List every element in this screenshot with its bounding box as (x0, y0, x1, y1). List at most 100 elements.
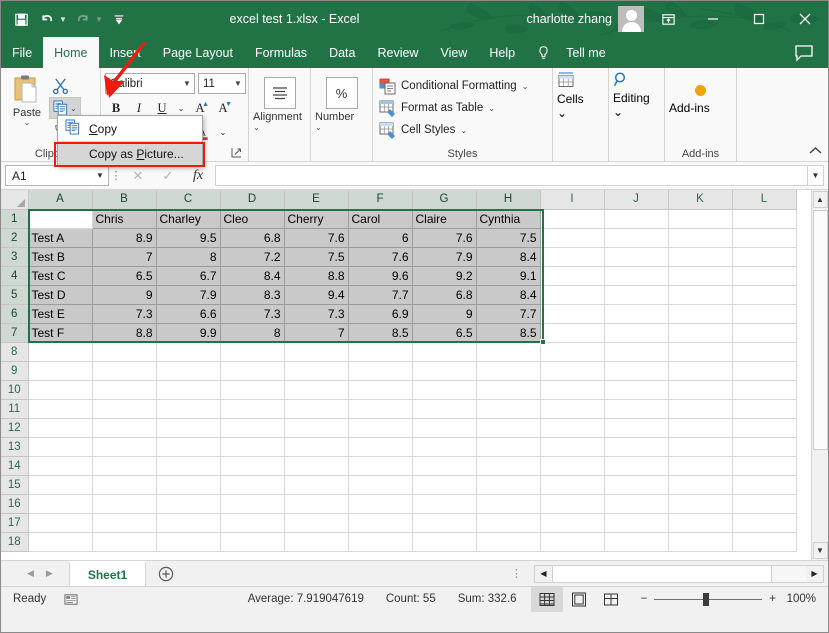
cell-a13[interactable] (28, 437, 93, 457)
row-header-16[interactable]: 16 (1, 494, 29, 514)
row-header-9[interactable]: 9 (1, 361, 29, 381)
status-sum[interactable]: Sum: 332.6 (458, 593, 517, 605)
tab-formulas[interactable]: Formulas (244, 37, 318, 68)
cancel-formula-button[interactable]: ✕ (123, 165, 153, 187)
grid[interactable]: A B C D E F G H I J K L 1 Chris Charley … (1, 190, 811, 560)
cell-j1[interactable] (604, 209, 669, 229)
cell-b5[interactable]: 9 (92, 285, 157, 305)
column-header-f[interactable]: F (348, 190, 413, 210)
ribbon-display-options-icon[interactable] (646, 1, 690, 37)
undo-icon[interactable] (35, 6, 59, 32)
format-as-table-button[interactable]: Format as Table ⌄ (377, 97, 495, 119)
cell-j15[interactable] (604, 475, 669, 495)
cell-h1[interactable]: Cynthia (476, 209, 541, 229)
new-sheet-button[interactable] (146, 561, 186, 586)
column-header-e[interactable]: E (284, 190, 349, 210)
cell-g10[interactable] (412, 380, 477, 400)
cell-e12[interactable] (284, 418, 349, 438)
cell-k15[interactable] (668, 475, 733, 495)
status-average[interactable]: Average: 7.919047619 (248, 593, 364, 605)
cell-i1[interactable] (540, 209, 605, 229)
cell-g18[interactable] (412, 532, 477, 552)
tab-file[interactable]: File (1, 37, 43, 68)
cell-c16[interactable] (156, 494, 221, 514)
cell-g5[interactable]: 6.8 (412, 285, 477, 305)
cell-j5[interactable] (604, 285, 669, 305)
decrease-font-size-button[interactable]: A ▼ (212, 97, 234, 119)
cell-l9[interactable] (732, 361, 797, 381)
cell-c5[interactable]: 7.9 (156, 285, 221, 305)
cell-a15[interactable] (28, 475, 93, 495)
cell-e14[interactable] (284, 456, 349, 476)
account-area[interactable]: charlotte zhang (527, 1, 644, 37)
menu-item-copy-as-picture[interactable]: Copy as Picture... (58, 141, 202, 166)
column-header-h[interactable]: H (476, 190, 541, 210)
cell-i18[interactable] (540, 532, 605, 552)
cell-a11[interactable] (28, 399, 93, 419)
tab-home[interactable]: Home (43, 37, 99, 68)
cell-k7[interactable] (668, 323, 733, 343)
cell-d10[interactable] (220, 380, 285, 400)
cell-b3[interactable]: 7 (92, 247, 157, 267)
cell-d17[interactable] (220, 513, 285, 533)
cell-i14[interactable] (540, 456, 605, 476)
cell-g14[interactable] (412, 456, 477, 476)
cell-a2[interactable]: Test A (28, 228, 93, 248)
cell-l6[interactable] (732, 304, 797, 324)
alignment-caret-icon[interactable]: ⌄ (253, 123, 260, 132)
cell-i12[interactable] (540, 418, 605, 438)
cell-h15[interactable] (476, 475, 541, 495)
column-header-c[interactable]: C (156, 190, 221, 210)
cell-i6[interactable] (540, 304, 605, 324)
zoom-slider-thumb[interactable] (703, 592, 710, 606)
cell-a1[interactable] (28, 209, 93, 229)
sheet-tab-sheet1[interactable]: Sheet1 (68, 561, 147, 586)
cell-h13[interactable] (476, 437, 541, 457)
customize-quick-access-icon[interactable] (107, 6, 131, 32)
cut-button[interactable] (49, 74, 81, 96)
column-header-l[interactable]: L (732, 190, 797, 210)
font-size-combo[interactable]: 11 ▼ (198, 73, 246, 94)
cell-g4[interactable]: 9.2 (412, 266, 477, 286)
addins-label[interactable]: Add-ins (669, 101, 710, 115)
cell-c10[interactable] (156, 380, 221, 400)
cell-i17[interactable] (540, 513, 605, 533)
font-dialog-launcher-icon[interactable] (231, 147, 242, 160)
cell-e7[interactable]: 7 (284, 323, 349, 343)
cell-g1[interactable]: Claire (412, 209, 477, 229)
cell-styles-button[interactable]: Cell Styles ⌄ (377, 119, 467, 141)
avatar[interactable] (618, 6, 644, 32)
cell-a12[interactable] (28, 418, 93, 438)
cell-k6[interactable] (668, 304, 733, 324)
cell-f14[interactable] (348, 456, 413, 476)
cell-b18[interactable] (92, 532, 157, 552)
cell-i3[interactable] (540, 247, 605, 267)
cell-l2[interactable] (732, 228, 797, 248)
tab-view[interactable]: View (429, 37, 478, 68)
cell-f7[interactable]: 8.5 (348, 323, 413, 343)
select-all-corner[interactable] (1, 190, 29, 210)
previous-sheet-icon[interactable]: ◀ (27, 568, 34, 579)
cell-b4[interactable]: 6.5 (92, 266, 157, 286)
cell-j7[interactable] (604, 323, 669, 343)
editing-caret-icon[interactable]: ⌄ (613, 105, 623, 119)
cell-d2[interactable]: 6.8 (220, 228, 285, 248)
cell-f17[interactable] (348, 513, 413, 533)
cell-f1[interactable]: Carol (348, 209, 413, 229)
cell-d1[interactable]: Cleo (220, 209, 285, 229)
cell-f9[interactable] (348, 361, 413, 381)
cell-f12[interactable] (348, 418, 413, 438)
ribbon-group-alignment[interactable]: Alignment ⌄ (249, 68, 311, 161)
undo-caret-icon[interactable]: ▼ (57, 6, 69, 32)
cell-f8[interactable] (348, 342, 413, 362)
horizontal-scrollbar[interactable]: ◀ ▶ (530, 561, 828, 586)
cell-c4[interactable]: 6.7 (156, 266, 221, 286)
normal-view-button[interactable] (530, 586, 563, 612)
cell-k11[interactable] (668, 399, 733, 419)
font-name-caret-icon[interactable]: ▼ (180, 79, 194, 88)
cell-j17[interactable] (604, 513, 669, 533)
cell-c12[interactable] (156, 418, 221, 438)
row-header-7[interactable]: 7 (1, 323, 29, 343)
cell-j14[interactable] (604, 456, 669, 476)
row-header-4[interactable]: 4 (1, 266, 29, 286)
